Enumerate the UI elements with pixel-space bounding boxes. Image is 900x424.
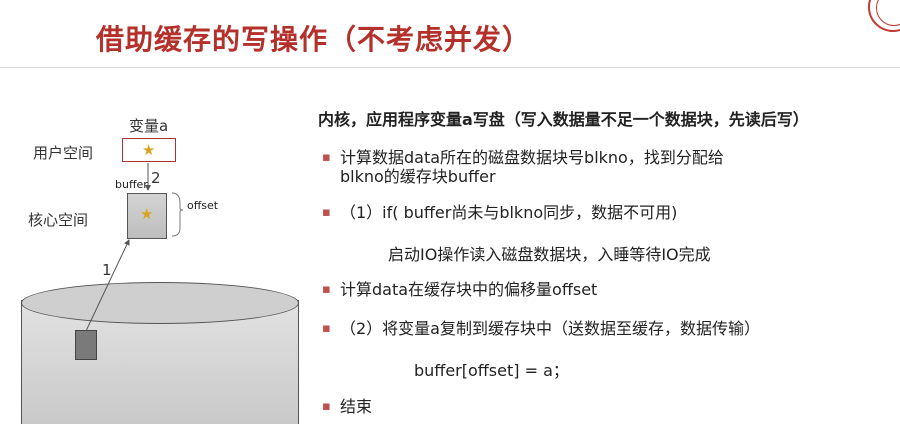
bullet-icon: ▪	[322, 282, 331, 297]
list-item: ▪ （2）将变量a复制到缓存块中（送数据至缓存，数据传输）	[322, 319, 760, 338]
bullet-icon: ▪	[322, 321, 331, 336]
arrow-disk-to-buffer	[85, 239, 130, 332]
bullet-icon: ▪	[322, 399, 331, 414]
list-item: ▪ 结束	[322, 397, 373, 416]
content-heading: 内核，应用程序变量a写盘（写入数据量不足一个数据块，先读后写）	[318, 110, 809, 129]
university-seal	[868, 0, 900, 32]
list-subitem: 启动IO操作读入磁盘数据块，入睡等待IO完成	[388, 245, 711, 264]
bullet-icon: ▪	[322, 205, 331, 220]
bullet-icon: ▪	[322, 150, 331, 165]
offset-bracket	[171, 192, 184, 237]
list-item: ▪ （1）if( buffer尚未与blkno同步，数据不可用)	[322, 203, 678, 222]
diagram-arrows	[85, 163, 184, 332]
list-item: ▪ 计算数据data所在的磁盘数据块号blkno，找到分配给 blkno的缓存块…	[322, 148, 724, 186]
list-item: ▪ 计算data在缓存块中的偏移量offset	[322, 280, 598, 299]
code-line: buffer[offset] = a；	[414, 361, 569, 380]
